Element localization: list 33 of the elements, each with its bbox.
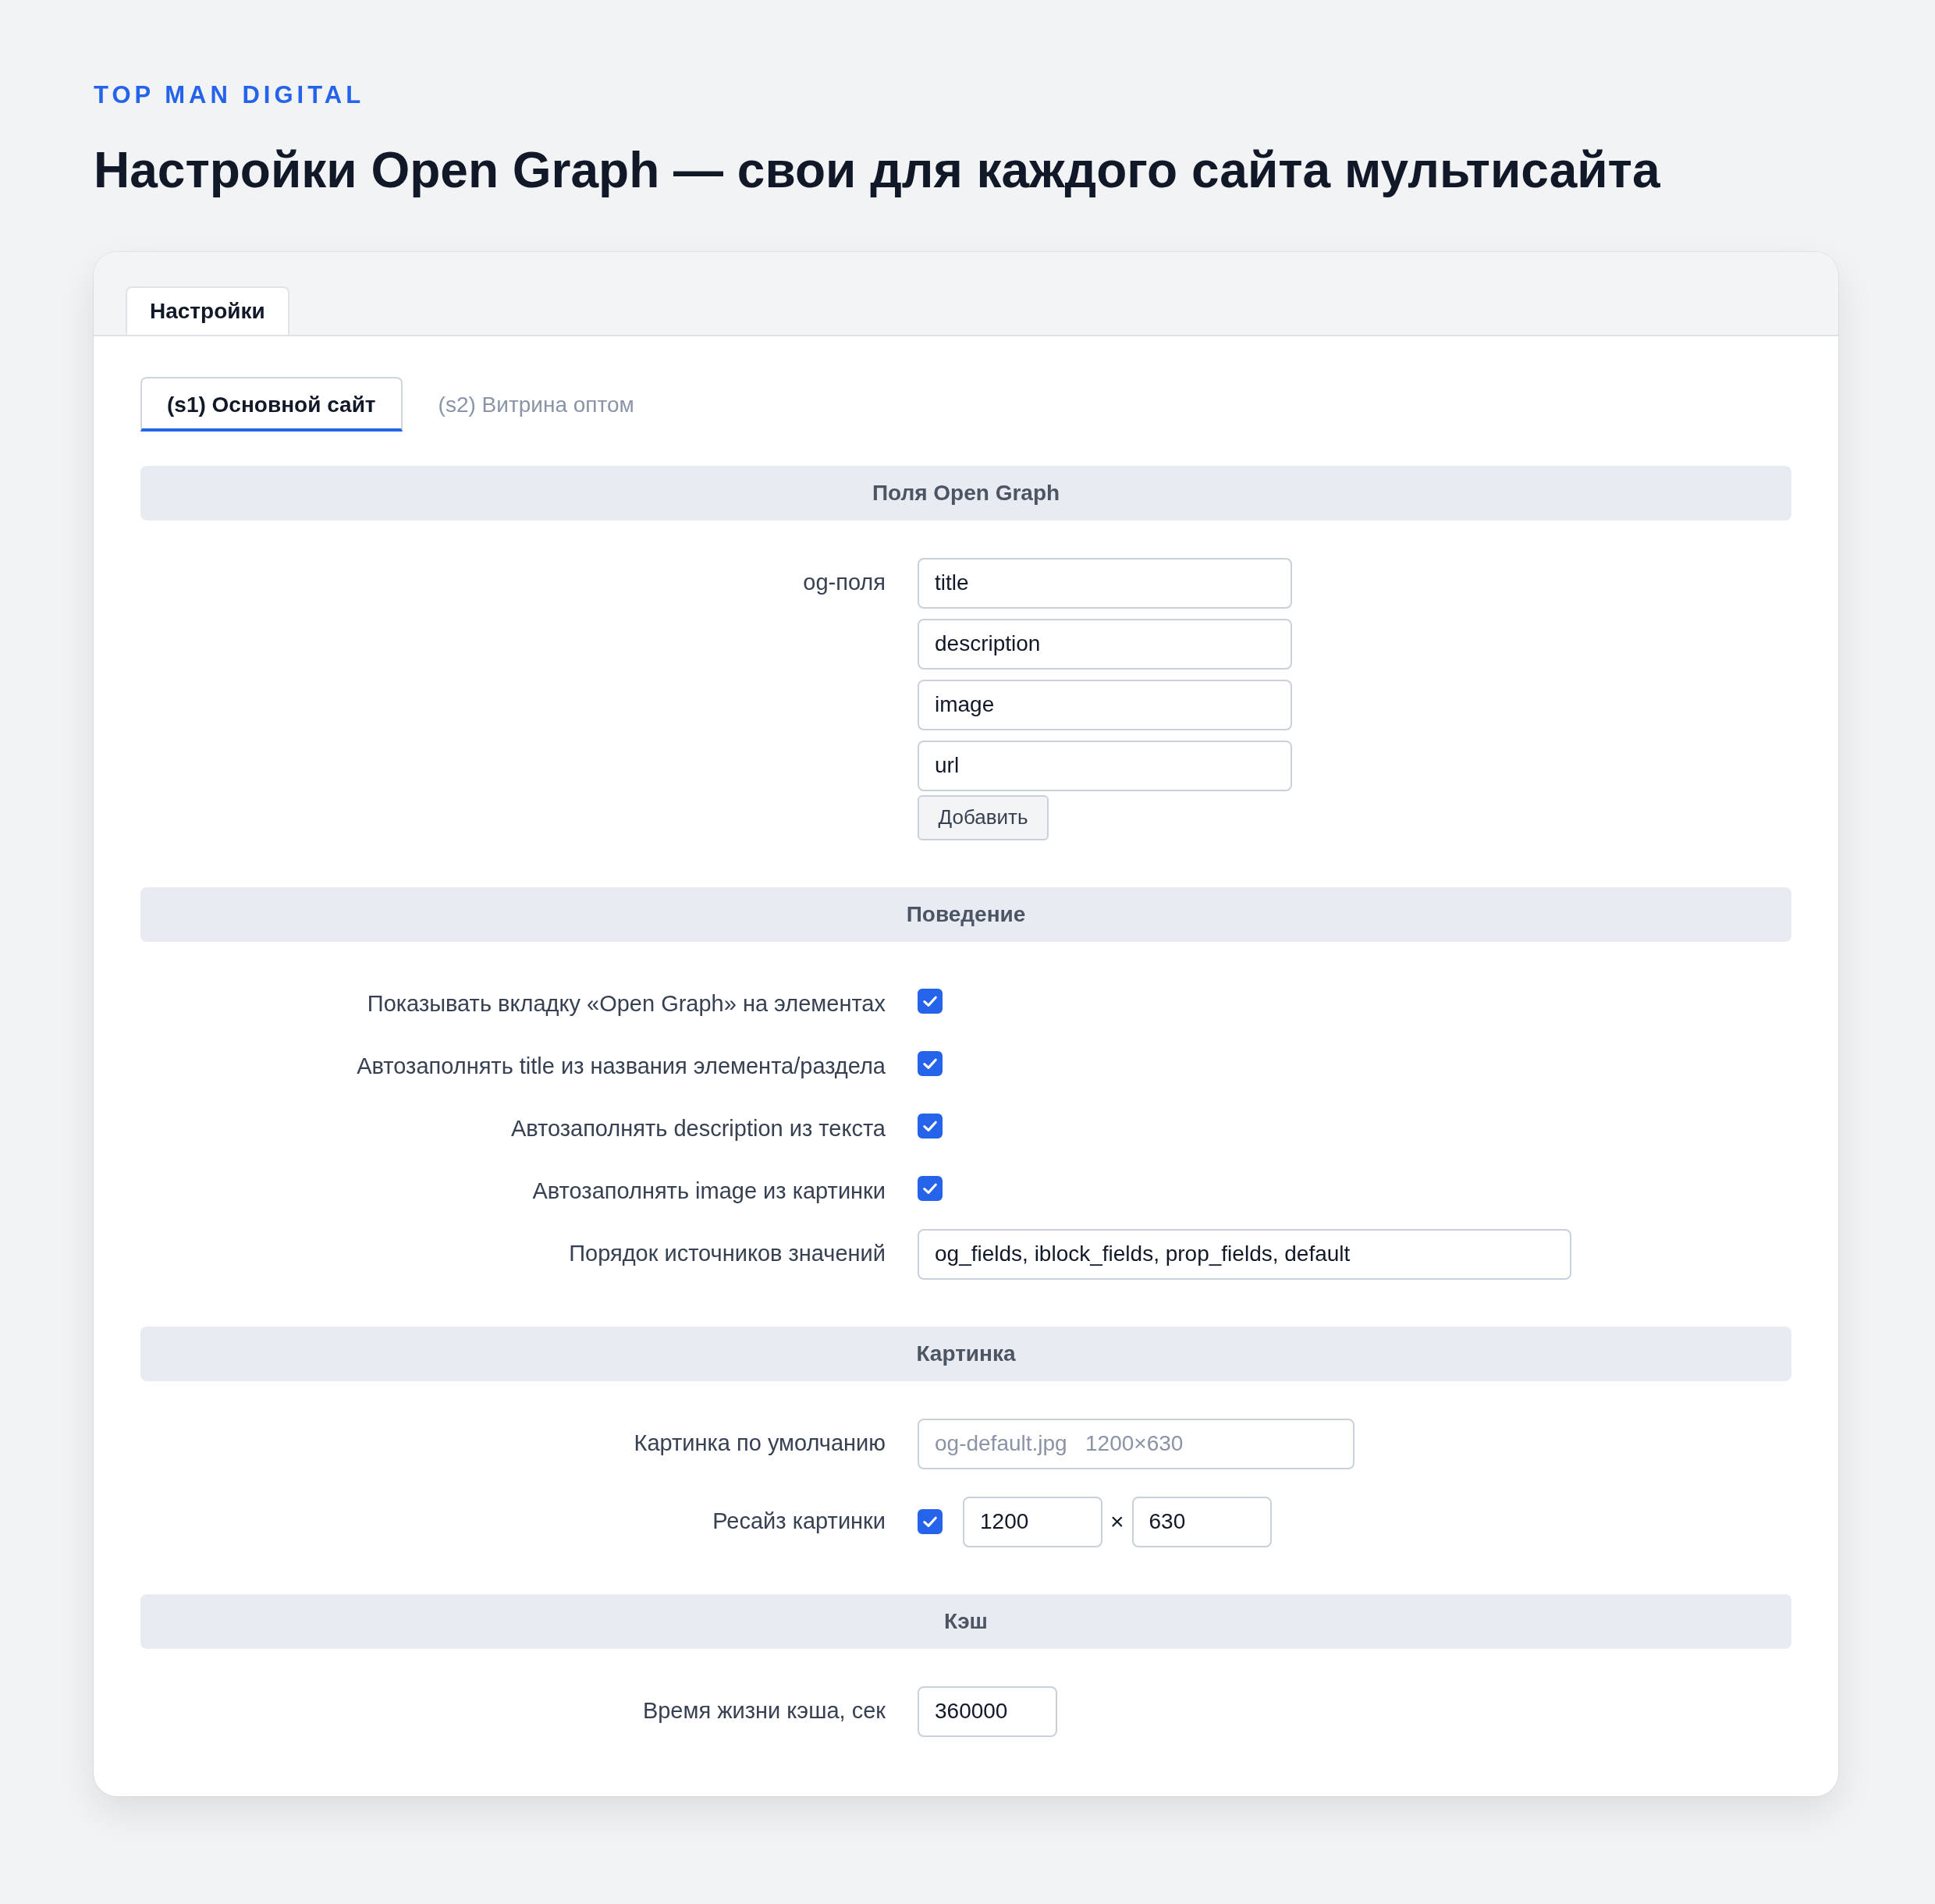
section-header: Поведение — [140, 886, 1791, 942]
height-input[interactable]: 630 — [1131, 1496, 1272, 1547]
section-header: Кэш — [140, 1593, 1791, 1649]
checkbox[interactable] — [918, 1509, 943, 1535]
default-picture-field[interactable]: og-default.jpg 1200×630 — [918, 1418, 1354, 1469]
field-label: Время жизни кэша, сек — [641, 1696, 886, 1722]
field-label: Ресайз картинки — [712, 1507, 886, 1533]
text-input[interactable]: og_fields, iblock_fields, prop_fields, default — [918, 1228, 1571, 1280]
og-field-input[interactable]: image — [918, 679, 1292, 730]
brand-label: TOP MAN DIGITAL — [94, 81, 365, 109]
settings-tab[interactable]: Настройки — [126, 286, 289, 335]
field-label: Автозаполнять description из текста — [509, 1114, 886, 1140]
text-input[interactable]: 360000 — [918, 1686, 1057, 1737]
og-field-input[interactable]: description — [918, 618, 1292, 670]
checkbox[interactable] — [918, 1050, 943, 1076]
width-input[interactable]: 1200 — [963, 1496, 1102, 1547]
section-header: Картинка — [140, 1326, 1791, 1381]
checkbox[interactable] — [918, 988, 943, 1014]
section-header: Поля Open Graph — [140, 465, 1791, 520]
page-title: Настройки Open Graph — свои для каждого сайта мультисайта — [94, 141, 1661, 200]
field-label: Автозаполнять image из картинки — [531, 1177, 886, 1202]
checkbox[interactable] — [918, 1175, 943, 1201]
checkbox[interactable] — [918, 1113, 943, 1138]
field-label: Показывать вкладку «Open Graph» на элементах — [366, 989, 886, 1015]
field-label: Автозаполнять title из названия элемента/раздела — [356, 1052, 886, 1078]
times-sign: × — [1110, 1508, 1124, 1536]
og-field-input[interactable]: url — [918, 740, 1292, 791]
field-label: og-поля — [802, 568, 886, 594]
field-label: Порядок источников значений — [568, 1239, 886, 1265]
og-field-input[interactable]: title — [918, 557, 1292, 609]
add-button[interactable]: Добавить — [918, 794, 1049, 840]
site-tab[interactable]: (s1) Основной сайт — [140, 376, 403, 432]
field-label: Картинка по умолчанию — [633, 1429, 886, 1455]
